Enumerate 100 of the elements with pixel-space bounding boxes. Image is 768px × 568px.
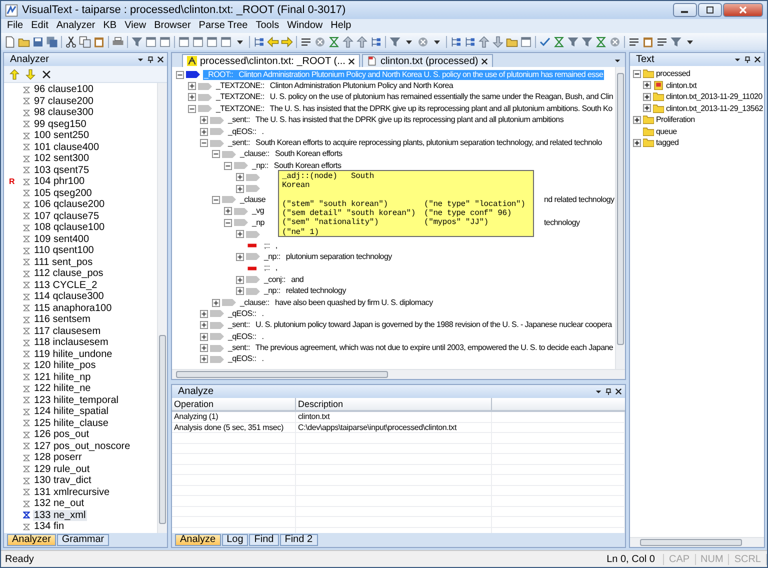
folder-icon[interactable] [506, 36, 518, 48]
pass-item[interactable]: 100 sent250 [33, 130, 90, 142]
pass-item[interactable]: 102 sent300 [33, 153, 90, 164]
pass-item[interactable]: 127 pos_out_noscore [33, 440, 132, 452]
expand-icon[interactable] [236, 173, 244, 182]
tree-item[interactable]: processed [656, 69, 690, 78]
vertical-scrollbar[interactable] [615, 67, 625, 369]
column-header[interactable]: Description [296, 398, 492, 410]
document-tab[interactable]: processed\clinton.txt: _ROOT (... [182, 54, 360, 67]
pass-item[interactable]: 134 fin [33, 521, 66, 532]
panel-tab[interactable]: Find 2 [280, 534, 318, 546]
column-header[interactable]: Operation [172, 398, 296, 410]
window-icon[interactable] [145, 36, 157, 48]
expand-icon[interactable] [224, 207, 232, 216]
panel-tab[interactable]: Find [249, 534, 279, 546]
list-icon[interactable] [628, 36, 640, 48]
menu-item[interactable]: File [3, 20, 28, 32]
tree-node[interactable]: _TEXTZONE:: U. S. policy on the use of plutonium has remained essentially the same under the Reagan, Bush, and Clin [215, 92, 614, 102]
pass-item[interactable]: 126 pos_out [33, 429, 90, 440]
tree-node[interactable]: _qEOS:: . [227, 308, 265, 319]
expand-icon[interactable] [200, 310, 208, 318]
funnel-icon[interactable] [389, 36, 401, 48]
window-icon[interactable] [178, 36, 190, 48]
expand-icon[interactable] [200, 332, 208, 341]
delete-icon[interactable] [41, 68, 52, 80]
funnel-icon[interactable] [581, 36, 593, 48]
document-tab[interactable]: clinton.txt (processed) [362, 54, 494, 67]
tree-item[interactable]: clinton.txt [666, 80, 696, 90]
menu-item[interactable]: Help [326, 20, 356, 32]
horizontal-scrollbar[interactable] [630, 537, 764, 547]
tree-node[interactable]: _np:: plutonium separation technology [263, 252, 393, 262]
tree-node[interactable]: _TEXTZONE:: The U. S. has insisted that the DPRK give up its reprocessing plant and all plutonium ambitions. South Ko [215, 104, 614, 114]
tree-node[interactable]: _np:: related technology [263, 286, 347, 296]
collapse-icon[interactable] [176, 70, 184, 79]
tree-node[interactable]: _qEOS:: . [227, 354, 265, 364]
pass-item[interactable]: 131 xmlrecursive [33, 486, 111, 498]
down-arrow-icon[interactable] [492, 36, 504, 48]
pass-item[interactable]: 99 qseg150 [33, 118, 88, 130]
panel-tab[interactable]: Analyze [175, 534, 221, 546]
right-arrow-icon[interactable] [281, 36, 293, 48]
minimize-button[interactable] [673, 3, 697, 17]
pass-item[interactable]: 111 sent_pos [33, 256, 94, 268]
tree-node[interactable]: _clause:: have also been quashed by firm U. S. diplomacy [239, 298, 434, 308]
pass-item[interactable]: 112 clause_pos [33, 268, 104, 280]
pass-item[interactable]: 97 clause200 [33, 96, 94, 107]
window-icon[interactable] [520, 36, 532, 48]
expand-icon[interactable] [236, 276, 244, 284]
tree-node[interactable]: _sent:: The previous agreement, which was not due to expire until 2003, empowered the U. S. to decide each Japane [227, 343, 614, 354]
funnel-icon[interactable] [567, 36, 579, 48]
close-icon[interactable] [615, 388, 622, 395]
tree-node[interactable]: _np [251, 218, 266, 228]
pass-item[interactable]: 106 qclause200 [33, 199, 106, 210]
menu-item[interactable]: Tools [252, 20, 284, 32]
tree-node[interactable]: _conj:: and [263, 274, 305, 285]
tree-node[interactable]: ;:: , [263, 263, 278, 274]
funnel-icon[interactable] [670, 36, 682, 48]
left-arrow-icon[interactable] [267, 36, 279, 48]
pass-item[interactable]: 121 hilite_np [33, 372, 92, 383]
window-icon[interactable] [206, 36, 218, 48]
tree-node[interactable]: _np:: South Korean efforts [251, 160, 342, 171]
tree-item[interactable]: clinton.txt_2013-11-29_13562 [666, 104, 763, 113]
menu-item[interactable]: Edit [27, 20, 52, 32]
dropdown-icon[interactable] [614, 56, 621, 64]
expand-icon[interactable] [200, 116, 208, 124]
dropdown-icon[interactable] [137, 56, 144, 63]
expand-icon[interactable] [200, 355, 208, 364]
pass-item[interactable]: 130 trav_dict [33, 475, 92, 486]
expand-icon[interactable] [236, 230, 244, 238]
pass-item[interactable]: 116 sentsem [33, 314, 92, 326]
pass-item[interactable]: 119 hilite_undone [33, 348, 114, 360]
pass-item[interactable]: 103 qsent75 [33, 164, 90, 176]
pass-item[interactable]: 123 hilite_temporal [33, 394, 120, 406]
up-arrow-icon[interactable] [478, 36, 490, 48]
tree-icon[interactable] [450, 36, 462, 48]
pass-item[interactable]: 98 clause300 [33, 107, 94, 118]
pass-item[interactable]: 104 phr100 [33, 176, 86, 188]
expand-icon[interactable] [643, 104, 651, 112]
pass-item[interactable]: 115 anaphora100 [33, 302, 113, 314]
new-file-icon[interactable] [4, 36, 16, 48]
pass-item[interactable]: 132 ne_out [33, 498, 86, 510]
expand-icon[interactable] [188, 82, 196, 90]
collapse-icon[interactable] [188, 104, 196, 113]
window-icon[interactable] [220, 36, 232, 48]
expand-icon[interactable] [200, 128, 208, 136]
pass-item[interactable]: 96 clause100 [33, 84, 94, 96]
tree-icon[interactable] [464, 36, 476, 48]
tree-node[interactable]: _qEOS:: . [227, 332, 265, 342]
tree-node[interactable]: _vg [251, 206, 265, 216]
up-arrow-icon[interactable] [356, 36, 368, 48]
dropdown-icon[interactable] [734, 56, 741, 63]
pass-item[interactable]: 110 qsent100 [33, 245, 95, 256]
close-icon[interactable] [157, 56, 164, 63]
menu-item[interactable]: Parse Tree [194, 20, 252, 32]
pin-icon[interactable] [605, 388, 612, 395]
pass-item[interactable]: 107 qclause75 [33, 210, 100, 222]
collapse-icon[interactable] [212, 196, 220, 204]
copy-icon[interactable] [79, 36, 91, 48]
maximize-button[interactable] [698, 3, 722, 17]
clipboard-icon[interactable] [93, 36, 105, 48]
close-icon[interactable] [348, 58, 356, 64]
